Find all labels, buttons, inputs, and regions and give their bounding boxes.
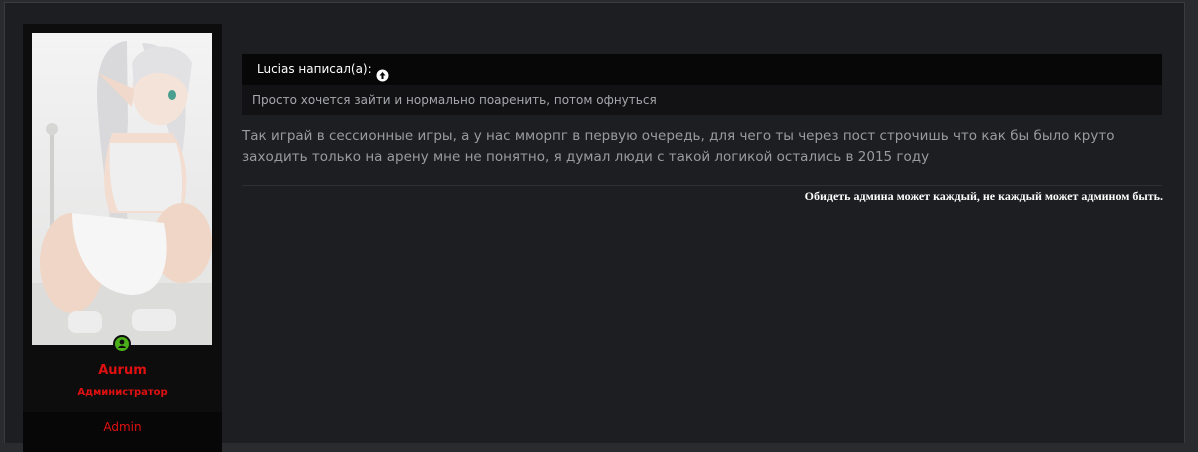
online-status-indicator — [113, 335, 131, 353]
user-title: Администратор — [77, 387, 168, 398]
avatar-image — [32, 41, 212, 345]
username[interactable]: Aurum — [23, 363, 222, 378]
message-user-panel: Aurum Администратор Admin — [23, 24, 222, 452]
quote-text: Просто хочется зайти и нормально поарени… — [252, 93, 657, 107]
arrow-circle-up-icon[interactable] — [376, 63, 389, 82]
quote-header[interactable]: Lucias написал(а): — [242, 54, 1162, 85]
signature-divider — [242, 185, 1162, 186]
page-background: Aurum Администратор Admin Lucias написал… — [0, 0, 1198, 452]
message-body: Так играй в сессионные игры, а у нас ммо… — [242, 128, 1115, 165]
user-signature: Обидеть админа может каждый, не каждый м… — [804, 189, 1163, 203]
forum-post: Aurum Администратор Admin Lucias написал… — [4, 2, 1185, 452]
user-avatar[interactable] — [32, 33, 212, 345]
quote-block: Lucias написал(а): Просто хочется зайти … — [242, 54, 1162, 115]
user-online-icon — [115, 337, 129, 351]
quote-author[interactable]: Lucias написал(а): — [257, 54, 372, 85]
